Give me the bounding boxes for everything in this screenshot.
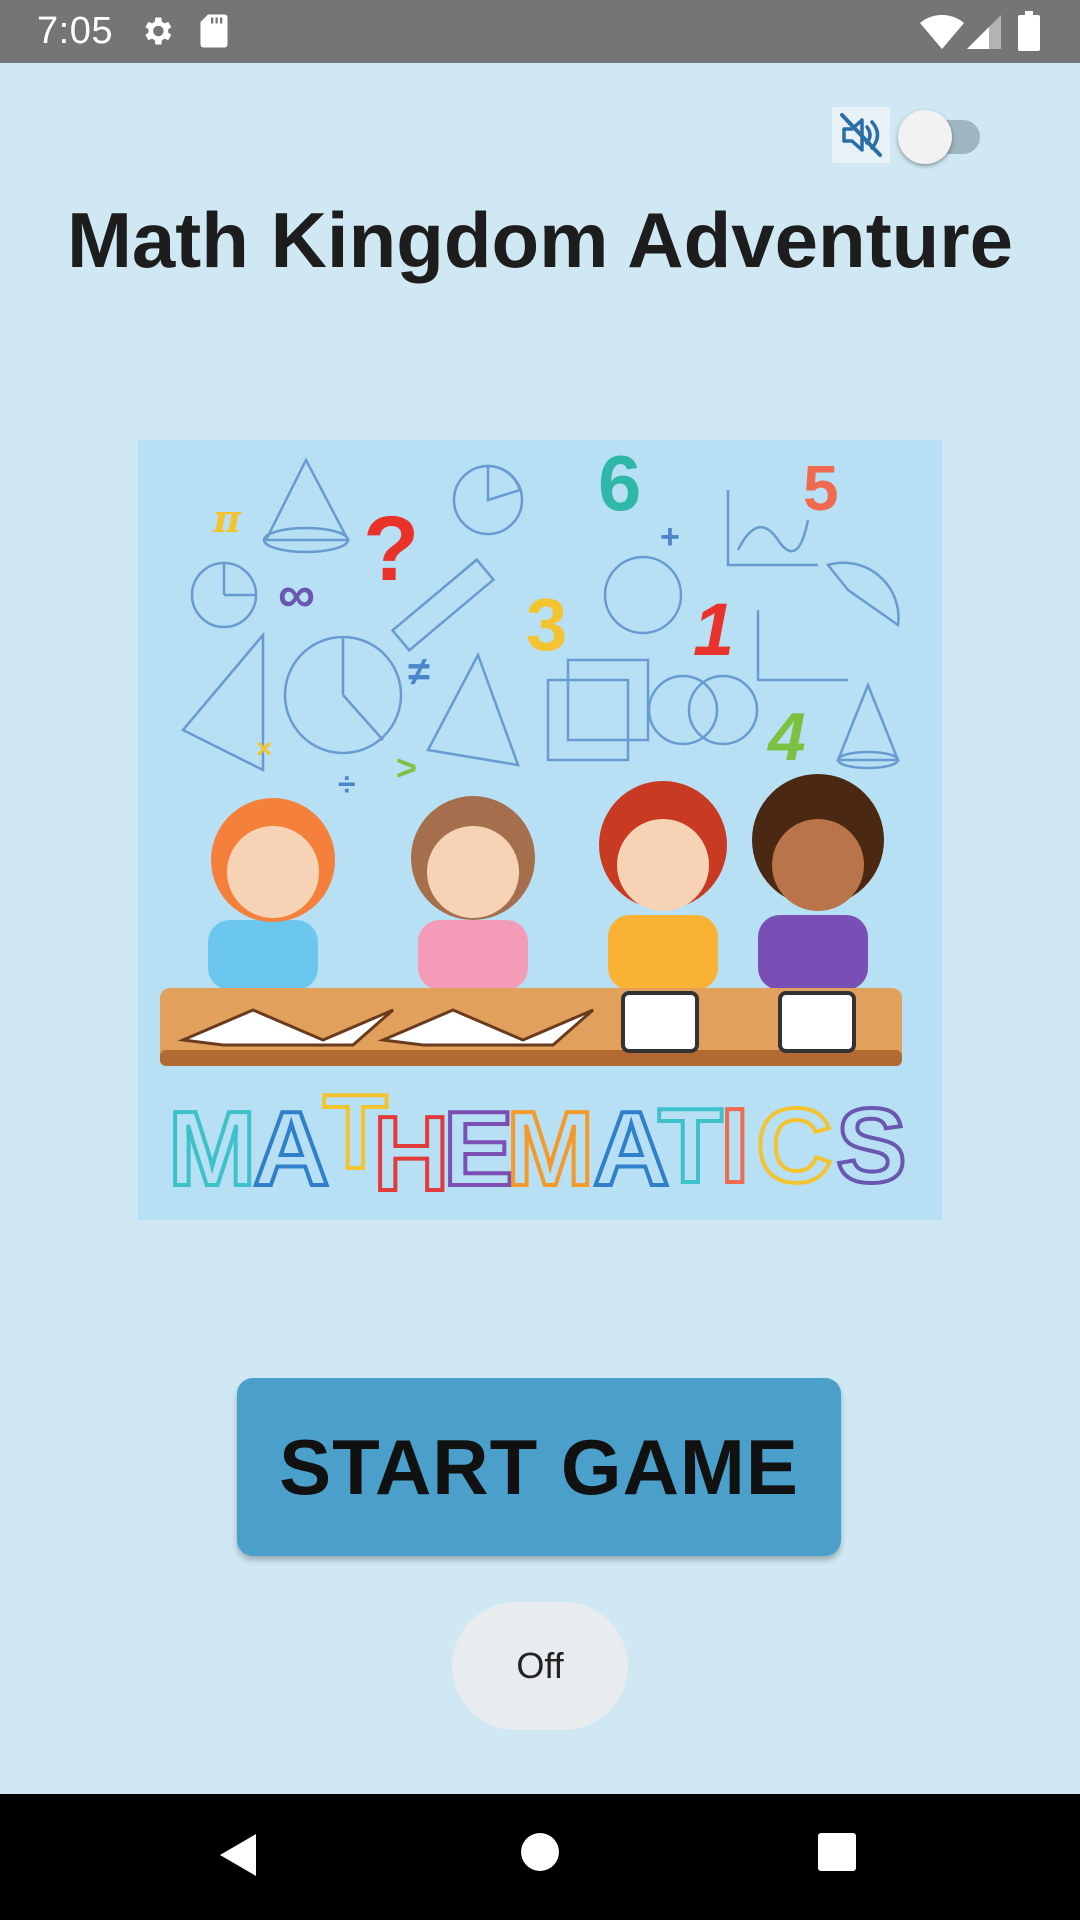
status-bar: 7:05 <box>0 0 1080 63</box>
illustration-artwork: π ? 6 3 1 5 4 + ∞ ≠ × ÷ > M A T H E M A … <box>160 439 909 1215</box>
svg-text:H: H <box>373 1095 450 1213</box>
battery-icon <box>1018 11 1040 56</box>
svg-text:E: E <box>443 1090 514 1208</box>
svg-text:T: T <box>658 1087 723 1205</box>
back-icon[interactable] <box>218 1832 258 1883</box>
svg-text:I: I <box>720 1087 749 1205</box>
start-game-button[interactable]: START GAME <box>237 1378 841 1556</box>
svg-text:÷: ÷ <box>338 766 356 802</box>
recents-icon[interactable] <box>818 1833 856 1876</box>
svg-text:π: π <box>212 496 242 541</box>
svg-text:>: > <box>396 747 417 788</box>
svg-text:1: 1 <box>693 588 734 671</box>
svg-text:×: × <box>256 733 272 764</box>
off-button[interactable]: Off <box>452 1602 628 1730</box>
mathematics-illustration: π ? 6 3 1 5 4 + ∞ ≠ × ÷ > M A T H E M A … <box>138 439 942 1220</box>
svg-text:≠: ≠ <box>408 650 430 694</box>
home-icon[interactable] <box>520 1832 560 1877</box>
status-time: 7:05 <box>37 10 113 52</box>
signal-icon <box>967 15 1001 54</box>
sound-toggle-thumb[interactable] <box>898 110 952 164</box>
svg-text:∞: ∞ <box>278 566 315 624</box>
svg-text:+: + <box>660 518 680 556</box>
svg-text:4: 4 <box>766 699 806 775</box>
navigation-bar <box>0 1794 1080 1920</box>
svg-text:C: C <box>756 1087 833 1205</box>
svg-text:6: 6 <box>598 440 641 527</box>
svg-text:5: 5 <box>803 452 839 524</box>
svg-text:3: 3 <box>526 583 567 666</box>
speaker-muted-icon <box>840 113 882 157</box>
sd-card-icon <box>198 13 230 54</box>
svg-text:M: M <box>168 1090 256 1208</box>
page-title: Math Kingdom Adventure <box>66 196 1014 284</box>
gear-icon <box>139 13 175 54</box>
svg-text:M: M <box>506 1090 594 1208</box>
svg-text:?: ? <box>363 498 419 600</box>
svg-text:A: A <box>253 1090 330 1208</box>
svg-text:S: S <box>836 1087 907 1205</box>
mute-button[interactable] <box>832 107 890 163</box>
wifi-icon <box>920 14 964 54</box>
